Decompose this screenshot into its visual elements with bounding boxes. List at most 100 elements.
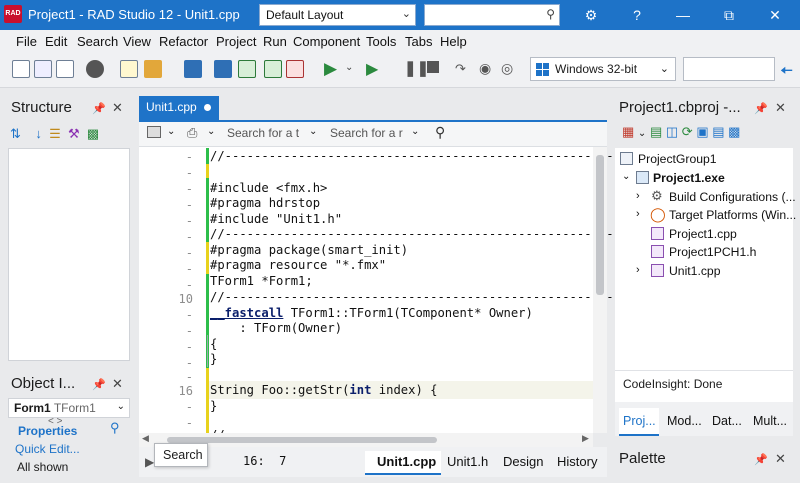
run-without-debug-icon[interactable]: ▶ xyxy=(366,59,378,79)
open-folder-icon[interactable] xyxy=(144,60,162,78)
menu-search[interactable]: Search xyxy=(77,34,118,49)
chevron-right-icon[interactable]: › xyxy=(636,208,640,220)
expand-icon[interactable]: ▣ xyxy=(696,124,708,139)
menu-run[interactable]: Run xyxy=(263,34,287,49)
run-dropdown-icon[interactable]: ⌄ xyxy=(345,62,353,73)
chevron-right-icon[interactable]: › xyxy=(636,264,640,276)
menu-edit[interactable]: Edit xyxy=(45,34,67,49)
save-all-icon[interactable] xyxy=(34,60,52,78)
close-button[interactable]: ✕ xyxy=(752,0,798,30)
tree-item-projectgroup[interactable]: ProjectGroup1 xyxy=(638,152,717,166)
pin-icon[interactable]: 📌 xyxy=(754,453,768,466)
tools-icon[interactable]: ⚒ xyxy=(68,126,80,141)
menu-project[interactable]: Project xyxy=(216,34,256,49)
refresh-icon[interactable]: ⟳ xyxy=(682,124,693,139)
scroll-thumb[interactable] xyxy=(596,155,604,295)
structure-tree[interactable] xyxy=(8,148,130,361)
trace-into-icon[interactable]: ◉ xyxy=(479,60,491,77)
view-icon[interactable] xyxy=(147,126,161,138)
target-platform-dropdown[interactable]: Windows 32-bit ⌄ xyxy=(530,57,676,81)
menu-file[interactable]: File xyxy=(16,34,37,49)
tab-data[interactable]: Dat... xyxy=(712,414,742,428)
close-icon[interactable]: ✕ xyxy=(775,451,786,467)
pause-icon[interactable]: ❚❚ xyxy=(404,59,429,77)
sync-icon[interactable]: ▤ xyxy=(650,124,662,139)
menu-tools[interactable]: Tools xyxy=(366,34,396,49)
arrow-left-icon[interactable]: 🠤 xyxy=(780,60,793,87)
close-icon[interactable]: ✕ xyxy=(112,376,123,392)
chevron-right-icon[interactable]: › xyxy=(636,190,640,202)
collapse-arrows-icon[interactable]: < > xyxy=(48,416,62,427)
tab-unit1-cpp[interactable]: Unit1.cpp xyxy=(377,454,436,469)
search-reference-input[interactable]: Search for a r xyxy=(330,126,403,142)
close-icon[interactable]: ✕ xyxy=(112,100,123,116)
menu-help[interactable]: Help xyxy=(440,34,467,49)
stop-icon[interactable] xyxy=(427,61,439,73)
bars-icon[interactable]: ▩ xyxy=(87,126,99,141)
tree-item-pch[interactable]: Project1PCH1.h xyxy=(669,245,756,259)
tab-design[interactable]: Design xyxy=(503,454,543,469)
tree-item-build-configurations[interactable]: Build Configurations (... xyxy=(669,190,796,204)
pin-icon[interactable]: 📌 xyxy=(92,102,106,115)
tree-item-project-exe[interactable]: Project1.exe xyxy=(653,171,725,185)
add-to-project-icon[interactable] xyxy=(264,60,282,78)
tab-history[interactable]: History xyxy=(557,454,597,469)
layout-dropdown[interactable]: Default Layout ⌄ xyxy=(259,4,416,26)
sort-desc-icon[interactable]: ↓ xyxy=(35,126,42,141)
chevron-down-icon[interactable]: ⌄ xyxy=(638,128,646,139)
add-file-icon[interactable] xyxy=(238,60,256,78)
save-all-files-icon[interactable] xyxy=(214,60,232,78)
ide-search-input[interactable]: ⚲ xyxy=(424,4,560,26)
build-all-icon[interactable] xyxy=(56,60,74,78)
menu-view[interactable]: View xyxy=(123,34,151,49)
tab-model[interactable]: Mod... xyxy=(667,414,702,428)
chevron-down-icon[interactable]: ⌄ xyxy=(411,126,419,137)
search-icon[interactable]: ⚲ xyxy=(435,124,445,141)
minimize-button[interactable]: — xyxy=(660,0,706,30)
tab-projects[interactable]: Proj... xyxy=(623,414,656,428)
search-icon[interactable]: ⚲ xyxy=(110,420,120,436)
scroll-right-icon[interactable]: ▶ xyxy=(582,433,589,444)
chevron-expanded-icon[interactable]: ⌄ xyxy=(622,171,630,182)
vertical-scrollbar[interactable] xyxy=(593,147,607,433)
save-icon[interactable] xyxy=(184,60,202,78)
help-icon[interactable]: ? xyxy=(614,0,660,30)
tab-multi[interactable]: Mult... xyxy=(753,414,787,428)
chevron-down-icon[interactable]: ⌄ xyxy=(207,126,215,137)
quick-edit-link[interactable]: Quick Edit... xyxy=(15,442,80,456)
add-icon[interactable]: ◫ xyxy=(666,124,678,139)
collapse-icon[interactable]: ▤ xyxy=(712,124,724,139)
menu-tabs[interactable]: Tabs xyxy=(405,34,432,49)
menu-component[interactable]: Component xyxy=(293,34,360,49)
pin-icon[interactable]: 📌 xyxy=(92,378,106,391)
settings-icon[interactable]: ⚙ xyxy=(568,0,614,30)
close-icon[interactable]: ✕ xyxy=(775,100,786,116)
remove-icon[interactable] xyxy=(86,60,104,78)
tree-item-project-cpp[interactable]: Project1.cpp xyxy=(669,227,737,241)
build-icon[interactable]: ▩ xyxy=(728,124,740,139)
sort-icon[interactable]: ⇅ xyxy=(10,126,21,141)
restore-button[interactable]: ⧉ xyxy=(706,0,752,30)
print-icon[interactable]: ⎙ xyxy=(187,125,197,141)
toolbar-input[interactable] xyxy=(683,57,775,81)
object-selector[interactable]: Form1 TForm1 ⌄ xyxy=(8,398,130,418)
play-macro-icon[interactable]: ▶ xyxy=(145,455,154,469)
remove-from-project-icon[interactable] xyxy=(286,60,304,78)
run-icon[interactable]: ▶ xyxy=(324,59,337,79)
new-file-icon[interactable] xyxy=(120,60,138,78)
editor-tab-unit1-cpp[interactable]: Unit1.cpp xyxy=(139,96,219,120)
trace-next-icon[interactable]: ◎ xyxy=(501,60,513,77)
chevron-down-icon[interactable]: ⌄ xyxy=(309,126,317,137)
search-symbol-input[interactable]: Search for a t xyxy=(227,126,299,142)
open-project-icon[interactable] xyxy=(12,60,30,78)
tab-unit1-h[interactable]: Unit1.h xyxy=(447,454,488,469)
tree-item-target-platforms[interactable]: Target Platforms (Win... xyxy=(669,208,796,222)
menu-refactor[interactable]: Refactor xyxy=(159,34,208,49)
tree-item-unit1-cpp[interactable]: Unit1.cpp xyxy=(669,264,721,278)
scroll-left-icon[interactable]: ◀ xyxy=(142,433,149,444)
step-over-icon[interactable]: ↷ xyxy=(455,61,466,77)
activate-icon[interactable]: ▦ xyxy=(622,124,634,139)
filter-icon[interactable]: ☰ xyxy=(49,126,61,141)
chevron-down-icon[interactable]: ⌄ xyxy=(167,126,175,137)
pin-icon[interactable]: 📌 xyxy=(754,102,768,115)
